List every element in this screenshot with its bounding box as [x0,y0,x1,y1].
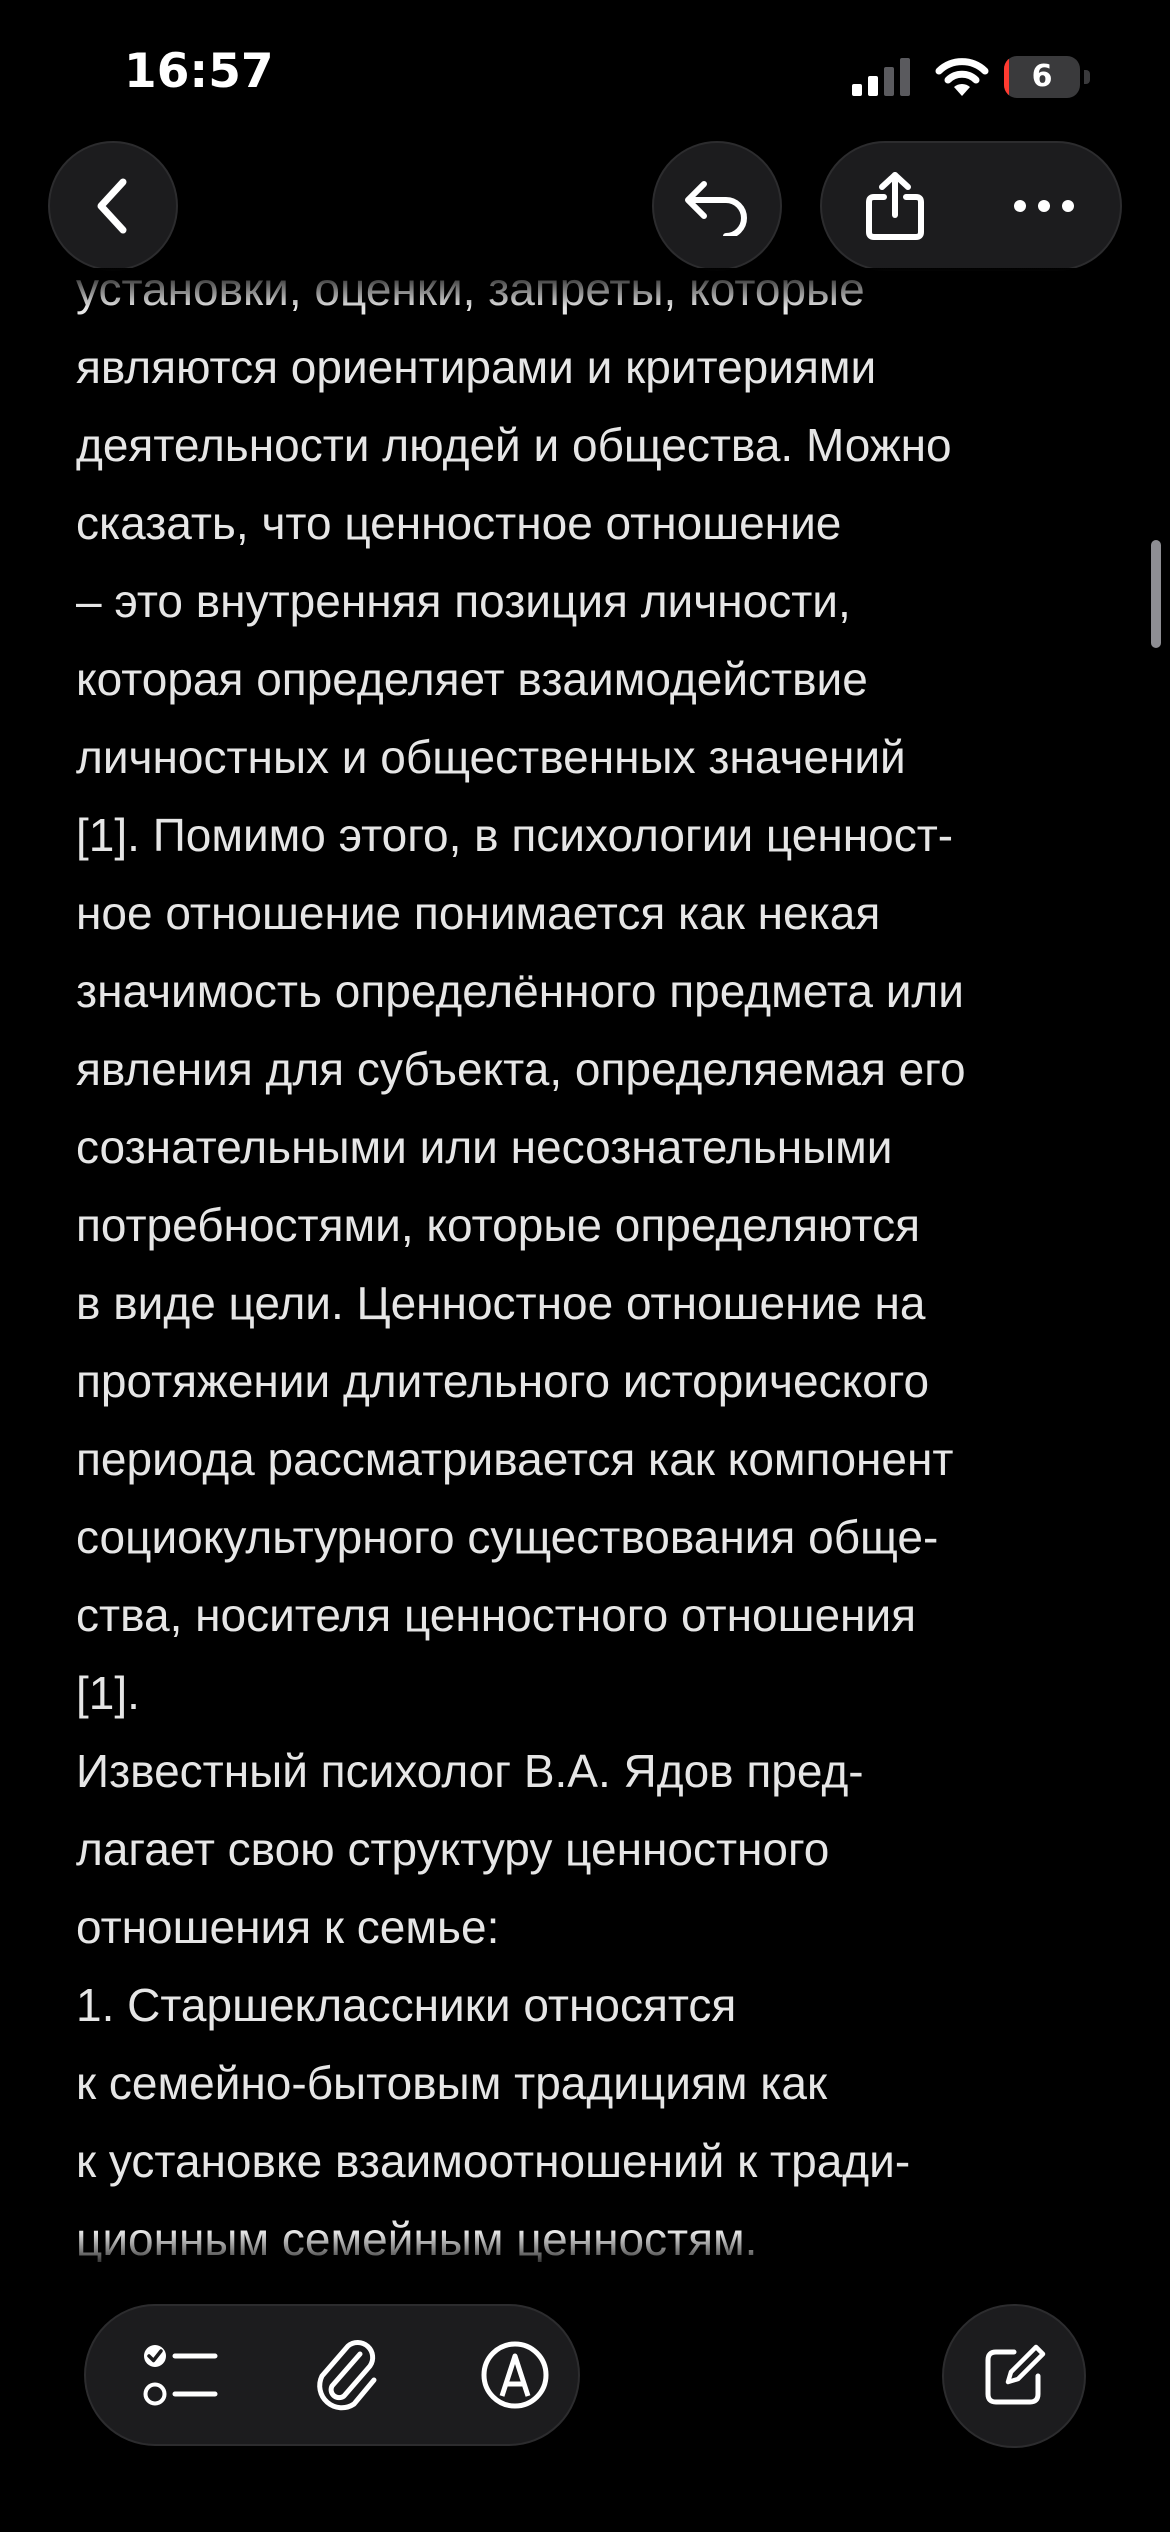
chevron-left-icon [97,178,127,234]
undo-button[interactable] [652,141,782,271]
more-button[interactable] [967,143,1120,269]
compose-icon [985,2344,1046,2405]
note-line: явления для субъекта, определяемая его [76,1043,966,1095]
note-line: отношения к семье: [76,1901,500,1953]
battery-level: 6 [1031,59,1053,94]
note-line: протяжении длительного исторического [76,1355,930,1407]
note-line: периода рассматривается как компонент [76,1433,954,1485]
bottom-toolbar [84,2304,580,2446]
back-button[interactable] [48,141,178,271]
note-line: в виде цели. Ценностное отношение на [76,1277,926,1329]
paperclip-icon [317,2340,377,2411]
ellipsis-icon [1013,200,1074,212]
note-line: установки, оценки, запреты, которые [76,268,865,315]
markup-pen-icon [481,2341,549,2409]
note-line: [1]. Помимо этого, в психологии ценност- [76,809,954,861]
note-line: которая определяет взаимодействие [76,653,868,705]
note-line: – это внутренняя позиция личности, [76,575,851,627]
checklist-button[interactable] [106,2306,256,2444]
wifi-icon [935,58,989,96]
note-line: [1]. [76,1667,140,1719]
share-more-group [820,141,1122,271]
share-icon [865,172,924,240]
note-line: являются ориентирами и критериями [76,341,877,393]
note-line: ционным семейным ценностям. [76,2213,758,2262]
scroll-indicator[interactable] [1151,540,1161,648]
status-time: 16:57 [124,44,274,99]
note-line: к установке взаимоотношений к тради- [76,2135,911,2187]
note-line: социокультурного существования обще- [76,1511,939,1563]
cellular-signal-icon [852,58,910,96]
note-text[interactable]: установки, оценки, запреты, которые явля… [76,268,1116,2262]
note-line: деятельности людей и общества. Можно [76,419,952,471]
battery-cap [1084,70,1090,84]
note-content[interactable]: установки, оценки, запреты, которые явля… [0,268,1170,2262]
markup-button[interactable] [440,2306,590,2444]
undo-arrow-icon [685,181,747,236]
note-line: значимость определённого предмета или [76,965,964,1017]
battery-body: 6 [1004,56,1080,98]
compose-button[interactable] [942,2304,1086,2448]
note-line: 1. Старшеклассники относятся [76,1979,737,2031]
note-line: личностных и общественных значений [76,731,906,783]
share-button[interactable] [822,143,967,269]
note-line: сознательными или несознательными [76,1121,893,1173]
note-line: ства, носителя ценностного отношения [76,1589,917,1641]
note-line: лагает свою структуру ценностного [76,1823,830,1875]
checklist-icon [143,2345,218,2406]
attachment-button[interactable] [272,2306,422,2444]
note-line: к семейно-бытовым традициям как [76,2057,828,2109]
battery-icon: 6 [1004,56,1090,98]
note-line: Известный психолог В.А. Ядов пред- [76,1745,864,1797]
note-line: потребностями, которые определяются [76,1199,920,1251]
note-line: ное отношение понимается как некая [76,887,881,939]
note-line: сказать, что ценностное отношение [76,497,842,549]
